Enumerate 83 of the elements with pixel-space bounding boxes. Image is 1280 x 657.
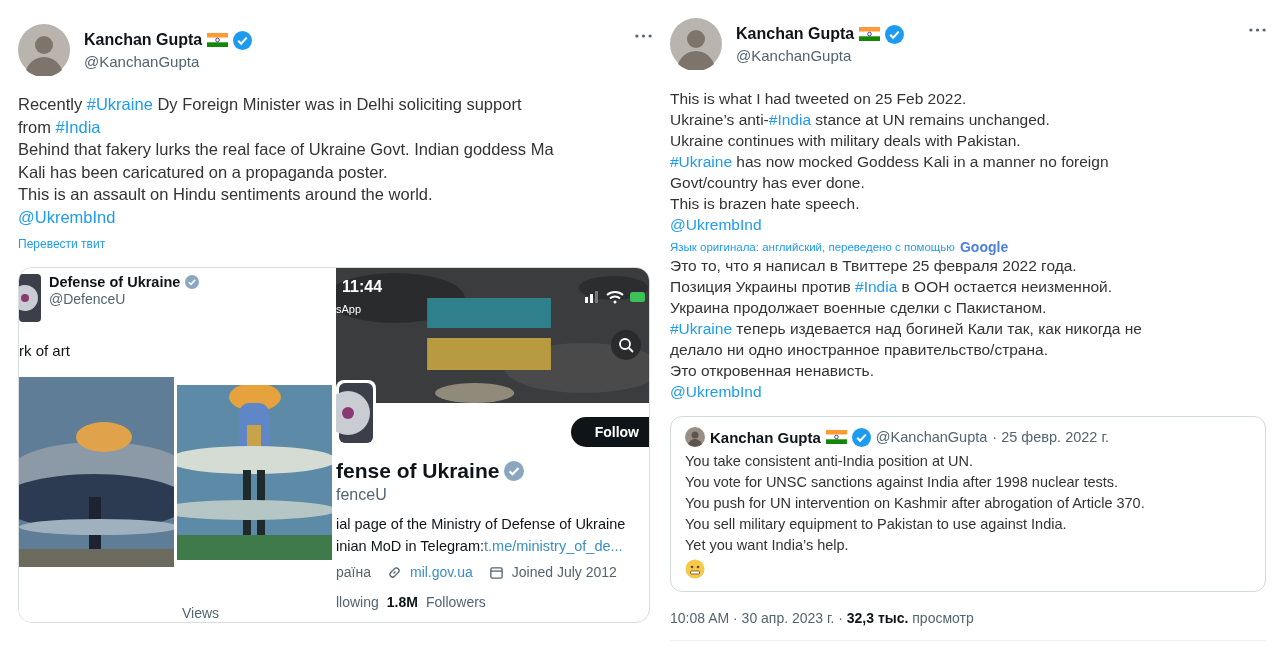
quoted-text: You vote for UNSC sanctions against India after 1998 nuclear tests. [685,473,1119,492]
tweet-text: stance at UN remains unchanged. [814,111,1050,128]
followers-count[interactable]: 1.8M [386,594,418,610]
tweet-text: has now mocked Goddess Kali in a manner no foreign [735,153,1109,170]
status-time: 11:44 [342,278,383,296]
tweet-text: from [18,117,52,136]
flag-icon [859,27,881,41]
profile-name: fense of Ukraine [336,459,500,483]
tweet-text: This is brazen hate speech. [670,195,860,212]
post-date: · 25 февр. 2022 г. [992,429,1109,445]
translate-link[interactable]: Перевести твит [18,237,106,251]
author-name[interactable]: Kanchan Gupta [736,25,855,43]
hashtag-link[interactable]: #India [55,117,101,136]
more-icon[interactable] [635,34,652,38]
tweet-text: Ukraine continues with military deals with Pakistan. [670,132,1021,149]
tweet-text: Украина продолжает военные сделки с Пакистаном. [670,299,1047,316]
hashtag-link[interactable]: #Ukraine [86,95,153,113]
flag-icon [825,430,847,444]
location-text: раїна [336,564,371,580]
flag-icon [207,33,229,47]
mention-link[interactable]: @UkrembInd [670,383,762,400]
following-label[interactable]: llowing [336,594,379,610]
tweet-text: Kali has been caricatured on a propaganda poster. [18,162,388,181]
quoted-text: You sell military equipment to Pakistan to use against India. [685,515,1067,534]
translation-note: Язык оригинала: английский, переведено с помощью [670,241,955,253]
tweet-text: Govt/country has ever done. [670,174,865,191]
post-text: rk of art [19,342,70,359]
google-logo: Google [959,239,1009,255]
tweet-text: This is an assault on Hindu sentiments around the world. [18,185,433,203]
hashtag-link[interactable]: #India [768,111,812,128]
author-handle: @KanchanGupta [875,429,988,445]
quoted-tweet[interactable] [670,416,1266,592]
author-name: Kanchan Gupta [710,428,821,446]
tweet-text: Это откровенная ненависть. [670,362,874,379]
account-handle: @DefenceU [49,291,126,307]
tweet-text: This is what I had tweeted on 25 Feb 2022. [670,90,967,107]
calendar-icon [488,564,504,580]
back-app-label: sApp [336,303,362,315]
tweet-text: Recently [18,95,84,113]
avatar-icon[interactable] [670,18,722,70]
followers-label[interactable]: Followers [425,594,486,610]
tweet-text: теперь издевается над богиней Кали так, как никогда не [735,320,1142,337]
follow-button[interactable]: Follow [570,417,649,447]
status-icons [585,290,645,304]
account-name: Defense of Ukraine [49,274,181,290]
tweet-text: Ukraine’s anti- [670,111,769,128]
search-icon [618,337,634,353]
hashtag-link[interactable]: #India [855,278,898,295]
more-icon[interactable] [1249,28,1266,32]
verified-icon [851,427,871,447]
verified-icon [504,461,525,481]
tweet-text: Behind that fakery lurks the real face of Ukraine Govt. Indian goddess Ma [18,140,554,158]
quoted-text: You push for UN intervention on Kashmir after abrogation of Article 370. [685,494,1145,513]
author-name[interactable]: Kanchan Gupta [84,31,203,49]
mention-link[interactable]: @UkrembInd [670,216,762,233]
quoted-text: Yet you want India’s help. [685,536,849,555]
verified-icon [885,24,905,44]
avatar-icon[interactable] [18,24,70,76]
tweet-text: Позиция Украины против [670,278,852,295]
telegram-link[interactable]: t.me/ministry_of_de... [484,538,623,554]
view-count: Views [182,605,220,621]
hashtag-link[interactable]: #Ukraine [670,320,733,337]
author-handle[interactable]: @KanchanGupta [84,52,621,70]
hashtag-link[interactable]: #Ukraine [670,153,733,170]
emoji-icon [685,559,705,579]
tweet-text: делало ни одно иностранное правительство/страна. [670,341,1048,358]
quoted-text: You take consistent anti-India position at UN. [685,452,974,471]
tweet-text: в ООН остается неизменной. [900,278,1113,295]
profile-handle: fenceU [336,486,387,504]
verified-icon [233,30,253,50]
avatar-icon [19,274,41,322]
profile-bio: ial page of the Ministry of Defense of Ukraine [336,516,626,532]
verified-icon [185,275,200,289]
author-handle[interactable]: @KanchanGupta [736,46,1235,64]
avatar-icon [685,427,705,447]
tweet-text: Это то, что я написал в Твиттере 25 февраля 2022 года. [670,257,1077,274]
website-link[interactable]: mil.gov.ua [410,564,473,580]
profile-bio: inian MoD in Telegram: [336,538,485,554]
mention-link[interactable]: @UkrembInd [18,207,116,226]
link-icon [387,564,402,580]
post-meta: 10:08 AM · 30 апр. 2023 г. · 32,3 тыс. просмотр [670,610,974,626]
joined-date: Joined July 2012 [511,564,617,580]
tweet-text: Dy Foreign Minister was in Delhi soliciting support [156,95,522,113]
